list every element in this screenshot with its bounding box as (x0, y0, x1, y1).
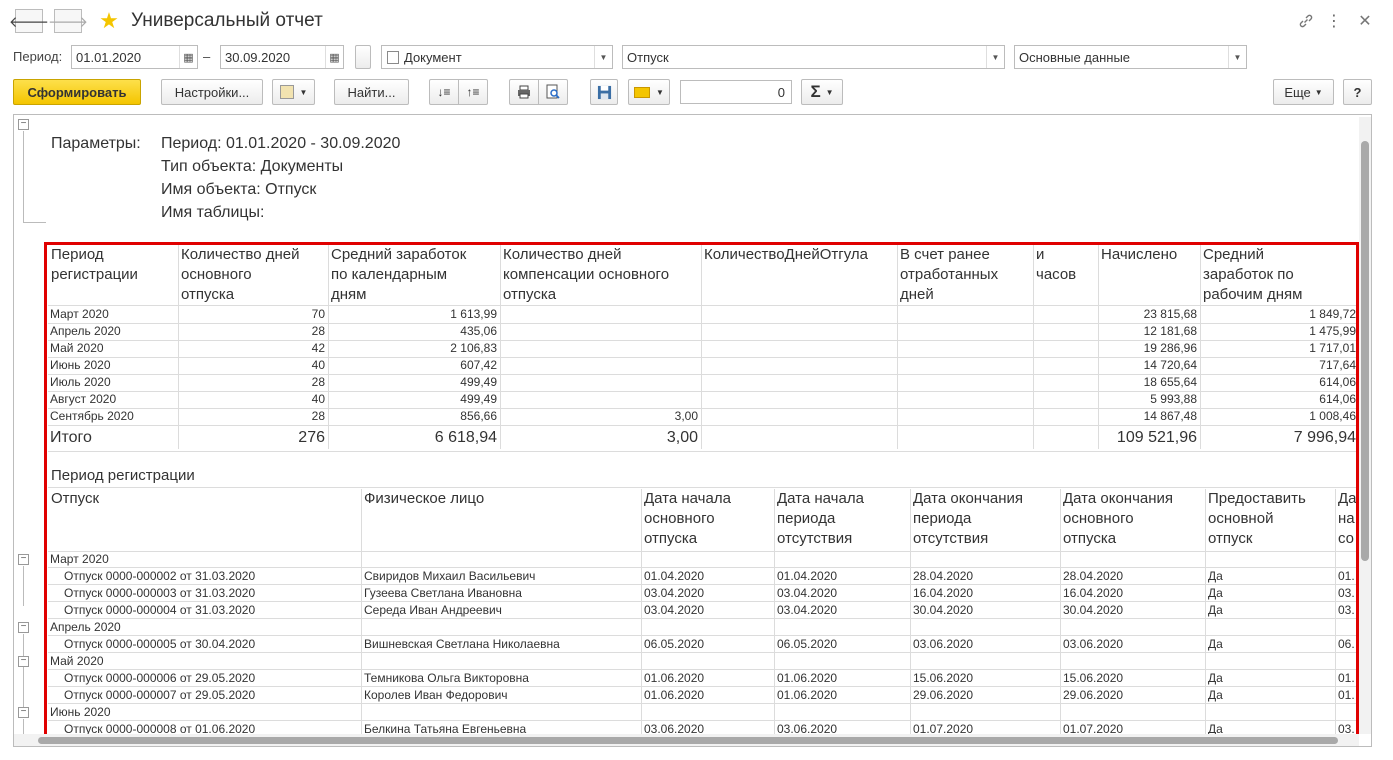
chevron-down-icon[interactable]: ▼ (594, 46, 612, 68)
preview-button[interactable] (538, 79, 568, 105)
params-label: Параметры: (51, 135, 141, 152)
print-button[interactable] (509, 79, 539, 105)
vertical-scrollbar-thumb[interactable] (1361, 141, 1369, 561)
help-button[interactable]: ? (1343, 79, 1372, 105)
date-range-dash: – (203, 49, 211, 64)
printer-icon (518, 85, 530, 99)
collapse-icon[interactable]: − (18, 656, 29, 667)
send-mail-button[interactable]: ▼ (628, 79, 670, 105)
link-icon[interactable] (1296, 11, 1316, 31)
param-object-type: Тип объекта: Документы (161, 158, 344, 175)
sigma-icon: Σ (810, 82, 821, 101)
table-name-select[interactable]: Основные данные ▼ (1014, 45, 1247, 69)
sort-ascending-icon: ↑≡ (466, 85, 480, 99)
sort-descending-icon: ↓≡ (437, 85, 451, 99)
period-label: Период: (13, 49, 63, 64)
collapse-icon[interactable]: − (18, 707, 29, 718)
settings-button[interactable]: Настройки... (161, 79, 263, 105)
close-icon[interactable]: ✕ (1355, 11, 1375, 31)
floppy-disk-icon (597, 85, 611, 99)
object-type-select[interactable]: Документ ▼ (381, 45, 613, 69)
clipboard-icon (279, 85, 294, 99)
find-button[interactable]: Найти... (334, 79, 409, 105)
more-button[interactable]: Еще ▼ (1273, 79, 1334, 105)
variants-button[interactable]: ▼ (272, 79, 315, 105)
forward-button[interactable]: 🡒 (48, 9, 88, 33)
tree-line (23, 566, 24, 606)
collapse-icon[interactable]: − (18, 554, 29, 565)
window-title: Универсальный отчет (131, 10, 323, 31)
chevron-down-icon[interactable]: ▼ (986, 46, 1004, 68)
sum-button[interactable]: Σ ▼ (801, 79, 843, 105)
param-table-name: Имя таблицы: (161, 204, 265, 221)
period-select-button[interactable] (355, 45, 371, 69)
tree-line (23, 668, 24, 708)
arrow-left-icon: 🡐 (8, 13, 50, 31)
horizontal-scrollbar[interactable] (14, 734, 1359, 746)
print-preview-icon (546, 84, 560, 99)
back-button[interactable]: 🡐 (9, 9, 49, 33)
save-button[interactable] (590, 79, 618, 105)
document-icon (387, 51, 399, 64)
param-period: Период: 01.01.2020 - 30.09.2020 (161, 135, 401, 152)
vertical-scrollbar[interactable] (1359, 117, 1371, 734)
sum-value-field[interactable]: 0 (680, 80, 792, 104)
envelope-icon (634, 86, 651, 98)
horizontal-scrollbar-thumb[interactable] (38, 737, 1338, 744)
calendar-icon[interactable]: ▦ (325, 46, 343, 68)
chevron-down-icon[interactable]: ▼ (1228, 46, 1246, 68)
highlight-frame (44, 242, 1359, 740)
sort-ascending-button[interactable]: ↑≡ (458, 79, 488, 105)
report-sheet[interactable]: − Параметры: Период: 01.01.2020 - 30.09.… (13, 114, 1372, 747)
calendar-icon[interactable]: ▦ (179, 46, 197, 68)
date-to-input[interactable]: 30.09.2020 ▦ (220, 45, 344, 69)
star-icon[interactable]: ★ (97, 8, 121, 33)
sort-descending-button[interactable]: ↓≡ (429, 79, 459, 105)
arrow-right-icon: 🡒 (47, 13, 89, 31)
object-name-select[interactable]: Отпуск ▼ (622, 45, 1005, 69)
date-from-input[interactable]: 01.01.2020 ▦ (71, 45, 198, 69)
collapse-icon[interactable]: − (18, 622, 29, 633)
vertical-dots-icon[interactable]: ⋮ (1326, 11, 1342, 31)
generate-button[interactable]: Сформировать (13, 79, 141, 105)
collapse-icon[interactable]: − (18, 119, 29, 130)
param-object-name: Имя объекта: Отпуск (161, 181, 317, 198)
